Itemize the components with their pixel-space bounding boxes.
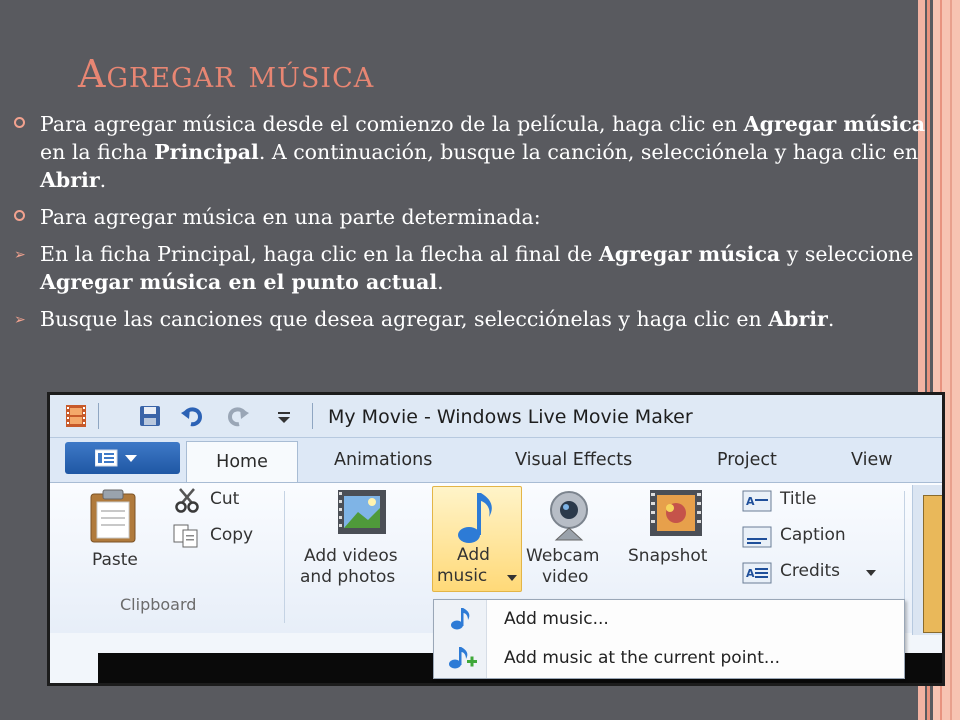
video-photo-icon: [338, 490, 386, 534]
menu-item-add-music-current-point[interactable]: Add music at the current point...: [434, 639, 904, 678]
credits-icon: A: [742, 562, 772, 584]
bullet-text: .: [437, 270, 444, 294]
bullet-item: Para agregar música desde el comienzo de…: [14, 110, 932, 194]
menu-item-add-music[interactable]: Add music...: [434, 600, 904, 639]
credits-label: Credits: [780, 561, 840, 581]
bullet-text: Para agregar música desde el comienzo de…: [40, 112, 744, 136]
bullet-text: Busque las canciones que desea agregar, …: [40, 307, 769, 331]
clipboard-icon: [90, 489, 136, 543]
tab-view[interactable]: View: [851, 450, 893, 470]
bullet-text-bold: Abrir: [40, 168, 100, 192]
tab-project[interactable]: Project: [717, 450, 777, 470]
bullet-item: ➢ En la ficha Principal, haga clic en la …: [14, 240, 932, 296]
paste-label: Paste: [92, 550, 138, 570]
webcam-label-1: Webcam: [526, 546, 600, 566]
add-music-button[interactable]: Add music: [432, 486, 522, 592]
add-videos-label-2: and photos: [300, 567, 396, 587]
snapshot-button[interactable]: Snapshot: [626, 488, 730, 572]
webcam-icon: [550, 491, 588, 541]
bullet-text: y seleccione: [780, 242, 914, 266]
cut-label: Cut: [210, 489, 240, 509]
bullet-item: Para agregar música en una parte determi…: [14, 203, 932, 231]
film-icon[interactable]: [64, 404, 88, 428]
caption-button[interactable]: Caption: [742, 523, 882, 551]
save-icon[interactable]: [138, 404, 162, 428]
ribbon-tab-row: Home Animations Visual Effects Project V…: [50, 438, 942, 484]
window-titlebar: My Movie - Windows Live Movie Maker: [50, 395, 942, 438]
title-icon: A: [742, 490, 772, 512]
bullet-item: ➢ Busque las canciones que desea agregar,…: [14, 305, 932, 333]
svg-text:A: A: [746, 495, 755, 508]
bullet-circle-icon: [14, 117, 25, 128]
add-videos-label-1: Add videos: [304, 546, 398, 566]
add-videos-photos-button[interactable]: Add videos and photos: [296, 488, 430, 588]
menu-item-add-music-current-point-label: Add music at the current point...: [504, 648, 781, 668]
bullet-text: Para agregar música en una parte determi…: [40, 205, 541, 229]
movie-maker-screenshot: My Movie - Windows Live Movie Maker Home…: [47, 392, 945, 686]
bullet-text: en la ficha: [40, 140, 155, 164]
webcam-video-button[interactable]: Webcam video: [524, 488, 620, 588]
bullet-arrow-icon: ➢: [14, 247, 26, 263]
add-music-label-2: music: [437, 566, 488, 586]
cut-button[interactable]: Cut: [170, 487, 250, 515]
bullet-text: .: [99, 168, 107, 192]
group-label-clipboard: Clipboard: [120, 595, 197, 614]
credits-button[interactable]: A Credits: [742, 559, 892, 587]
menu-item-add-music-label: Add music...: [504, 609, 609, 629]
music-note-plus-icon: [449, 647, 477, 669]
copy-button[interactable]: Copy: [170, 523, 270, 551]
tab-home[interactable]: Home: [186, 441, 298, 484]
bullet-text: .: [827, 307, 835, 331]
music-note-icon: [451, 608, 470, 630]
paste-button[interactable]: Paste: [80, 488, 146, 572]
copy-icon: [173, 524, 198, 548]
title-label: Title: [780, 489, 817, 509]
decorative-rail: [950, 0, 952, 720]
slide: Agregar música Para agregar música desde…: [0, 0, 960, 720]
scissors-icon: [175, 488, 199, 513]
tab-animations[interactable]: Animations: [334, 450, 432, 470]
bullet-text-bold: Agregar música: [743, 112, 926, 136]
webcam-label-2: video: [542, 567, 589, 587]
bullet-circle-icon: [14, 210, 25, 221]
titlebar-divider: [312, 403, 313, 429]
snapshot-label: Snapshot: [628, 546, 708, 566]
title-button[interactable]: A Title: [742, 487, 852, 515]
bullet-text-bold: Abrir: [768, 307, 828, 331]
caption-icon: [742, 526, 772, 548]
bullet-text-bold: Principal: [154, 140, 259, 164]
redo-icon[interactable]: [226, 404, 250, 428]
copy-label: Copy: [210, 525, 254, 545]
preview-thumbnail: [923, 495, 942, 633]
window-title: My Movie - Windows Live Movie Maker: [328, 406, 693, 428]
bullet-arrow-icon: ➢: [14, 312, 26, 328]
customize-dropdown-icon[interactable]: [272, 404, 296, 428]
bullet-text: En la ficha Principal, haga clic en la f…: [40, 242, 599, 266]
tab-visual-effects[interactable]: Visual Effects: [515, 450, 632, 470]
slide-title: Agregar música: [78, 52, 375, 96]
app-menu-icon: [95, 449, 137, 467]
add-music-dropdown: Add music... Add music at the current po…: [433, 599, 905, 679]
svg-text:A: A: [746, 567, 755, 580]
preview-panel-edge: [912, 485, 942, 635]
bullet-text-bold: Agregar música: [598, 242, 781, 266]
bullet-text-bold: Agregar música en el punto actual: [40, 270, 438, 294]
bullet-text: . A continuación, busque la canción, sel…: [258, 140, 919, 164]
caption-label: Caption: [780, 525, 846, 545]
snapshot-icon: [650, 490, 702, 536]
music-note-icon: [458, 493, 492, 543]
bullet-list: Para agregar música desde el comienzo de…: [14, 110, 932, 342]
chevron-down-icon[interactable]: [507, 574, 517, 582]
group-separator: [284, 491, 285, 623]
add-music-label-1: Add: [457, 545, 490, 565]
chevron-down-icon: [866, 570, 876, 576]
app-menu-button[interactable]: [65, 442, 180, 474]
undo-icon[interactable]: [180, 404, 204, 428]
titlebar-divider: [98, 403, 99, 429]
